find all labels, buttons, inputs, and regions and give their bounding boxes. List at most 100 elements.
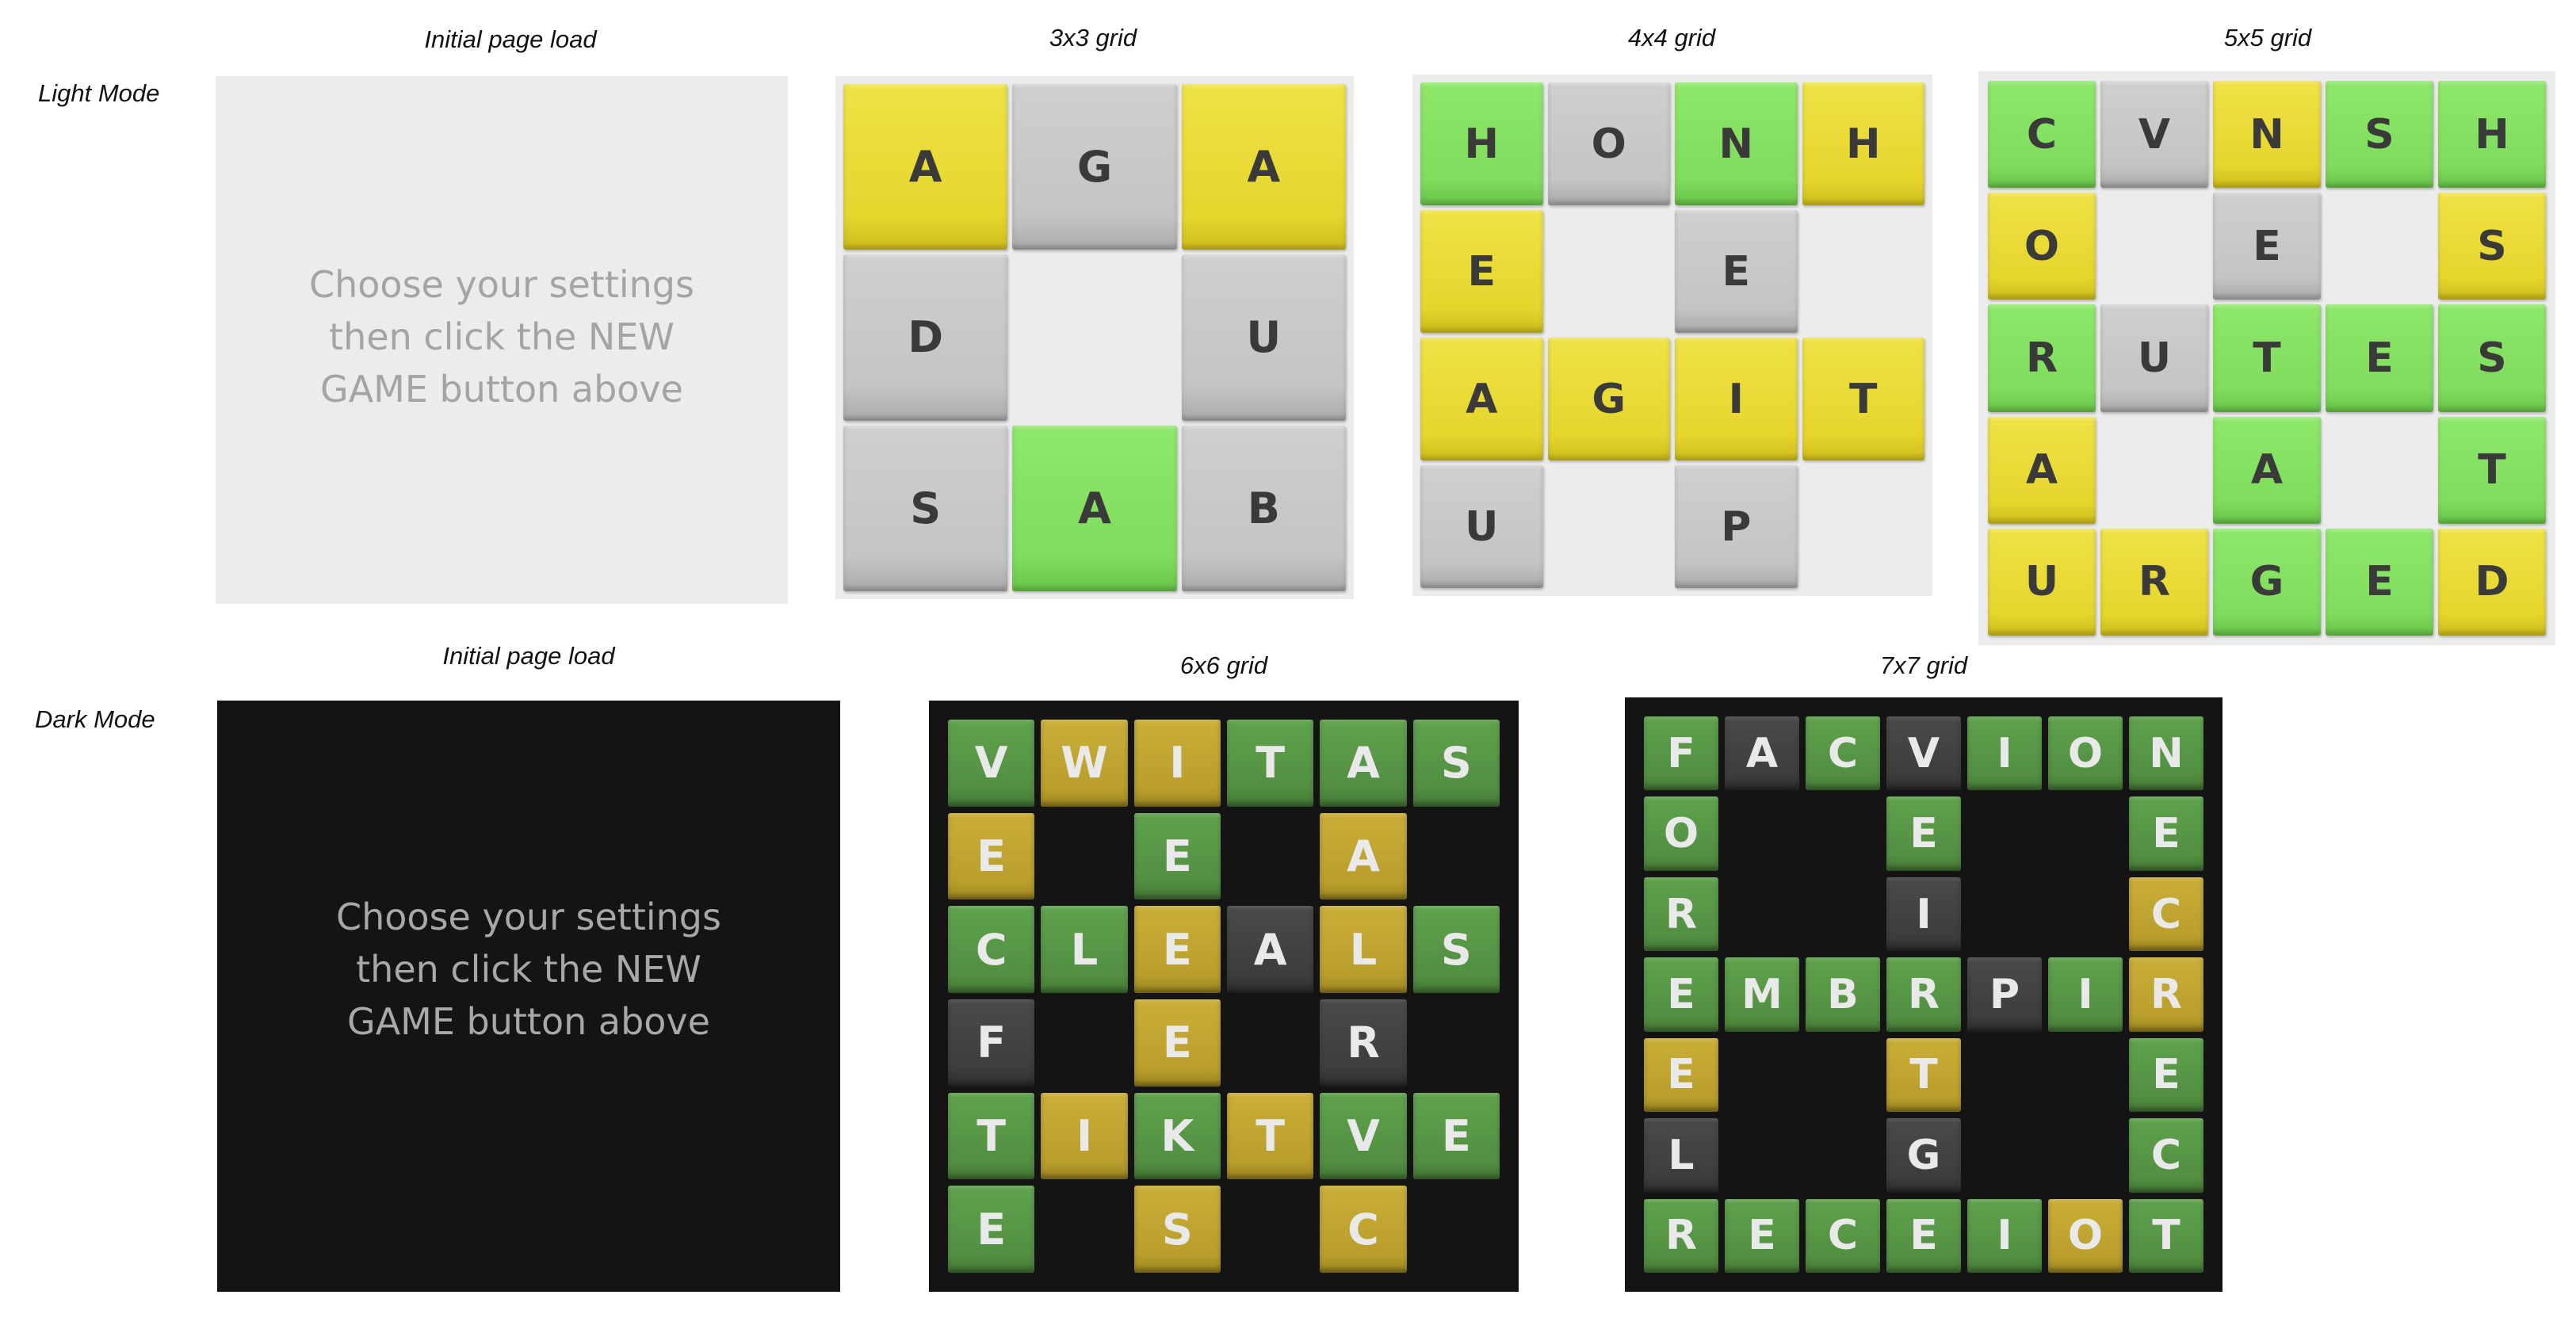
- letter-tile-green: M: [1725, 957, 1799, 1032]
- letter-tile-gray: B: [1181, 425, 1346, 591]
- letter-tile-yellow: S: [1133, 1186, 1221, 1273]
- letter-tile-green: E: [2326, 528, 2433, 636]
- letter-tile-green: L: [1041, 906, 1128, 993]
- light-initial-panel: Choose your settings then click the NEW …: [216, 76, 788, 604]
- letter-tile-yellow: R: [2100, 528, 2208, 636]
- letter-tile-yellow: T: [1227, 1092, 1314, 1180]
- light-initial-message: Choose your settings then click the NEW …: [216, 258, 788, 415]
- letter-tile-yellow: C: [2129, 877, 2203, 952]
- letter-tile-green: H: [2438, 81, 2546, 189]
- letter-tile-gray: E: [1675, 210, 1798, 333]
- grid-5x5-board: CVNSHOESRUTESAATURGED: [1978, 71, 2555, 645]
- message-line: Choose your settings: [336, 896, 721, 938]
- letter-tile-yellow: A: [843, 84, 1008, 250]
- letter-tile-gray: D: [843, 254, 1008, 421]
- letter-tile-green: E: [1725, 1198, 1799, 1273]
- grid-6x6-board: VWITASEEACLEALSFERTIKTVEESC: [929, 701, 1519, 1292]
- letter-tile-yellow: C: [1320, 1186, 1407, 1273]
- light-initial-caption: Initial page load: [424, 25, 597, 53]
- message-line: GAME button above: [347, 1000, 710, 1043]
- letter-tile-green: C: [948, 906, 1035, 993]
- letter-tile-green: E: [2129, 796, 2203, 871]
- letter-tile-yellow: S: [2438, 193, 2546, 300]
- message-line: Choose your settings: [309, 263, 694, 306]
- letter-tile-gray: F: [948, 999, 1035, 1087]
- letter-tile-green: E: [1133, 812, 1221, 900]
- letter-tile-gray: P: [1967, 957, 2042, 1032]
- letter-tile-yellow: L: [1320, 906, 1407, 993]
- letter-tile-gray: I: [1886, 877, 1961, 952]
- letter-tile-gray: G: [1886, 1118, 1961, 1193]
- letter-tile-gray: E: [2213, 193, 2321, 300]
- letter-tile-yellow: A: [1420, 338, 1543, 460]
- letter-tile-gray: O: [1547, 82, 1670, 205]
- letter-tile-gray: U: [1420, 465, 1543, 588]
- letter-tile-green: B: [1806, 957, 1880, 1032]
- letter-tile-green: O: [1644, 796, 1718, 871]
- letter-tile-gray: V: [1886, 716, 1961, 791]
- letter-tile-yellow: U: [1988, 528, 2096, 636]
- letter-tile-green: H: [1420, 82, 1543, 205]
- letter-tile-yellow: A: [1181, 84, 1346, 250]
- letter-tile-yellow: W: [1041, 720, 1128, 807]
- letter-tile-green: A: [1320, 720, 1407, 807]
- letter-tile-green: V: [948, 720, 1035, 807]
- letter-tile-green: A: [2213, 416, 2321, 524]
- letter-tile-green: E: [948, 1186, 1035, 1273]
- letter-tile-gray: L: [1644, 1118, 1718, 1193]
- letter-tile-yellow: A: [1320, 812, 1407, 900]
- letter-tile-green: S: [1412, 906, 1500, 993]
- grid-3x3-board: AGADUSAB: [835, 76, 1354, 599]
- letter-tile-yellow: O: [2048, 1198, 2123, 1273]
- letter-tile-green: A: [1012, 425, 1177, 591]
- letter-tile-gray: S: [843, 425, 1008, 591]
- letter-tile-green: G: [2213, 528, 2321, 636]
- letter-tile-green: C: [2129, 1118, 2203, 1193]
- letter-tile-green: E: [2326, 304, 2433, 412]
- letter-tile-yellow: I: [1133, 720, 1221, 807]
- letter-tile-yellow: A: [1988, 416, 2096, 524]
- light-mode-label: Light Mode: [38, 79, 160, 107]
- letter-tile-green: S: [2438, 304, 2546, 412]
- letter-tile-yellow: H: [1802, 82, 1924, 205]
- letter-tile-green: I: [1967, 716, 2042, 791]
- letter-tile-gray: P: [1675, 465, 1798, 588]
- caption-7x7: 7x7 grid: [1879, 651, 1968, 679]
- letter-tile-green: E: [1886, 796, 1961, 871]
- letter-tile-green: T: [2213, 304, 2321, 412]
- message-line: then click the NEW: [329, 315, 675, 358]
- letter-tile-yellow: T: [1802, 338, 1924, 460]
- letter-tile-green: R: [1644, 1198, 1718, 1273]
- letter-tile-gray: U: [1181, 254, 1346, 421]
- letter-tile-green: S: [1412, 720, 1500, 807]
- dark-initial-caption: Initial page load: [442, 642, 615, 670]
- caption-4x4: 4x4 grid: [1627, 24, 1716, 52]
- letter-tile-green: E: [2129, 1037, 2203, 1113]
- letter-tile-green: E: [1886, 1198, 1961, 1273]
- letter-tile-green: T: [2438, 416, 2546, 524]
- letter-tile-yellow: N: [2213, 81, 2321, 189]
- letter-tile-yellow: E: [1133, 999, 1221, 1087]
- letter-tile-yellow: E: [1133, 906, 1221, 993]
- letter-tile-gray: V: [2100, 81, 2208, 189]
- letter-tile-yellow: E: [1644, 1037, 1718, 1113]
- letter-tile-green: C: [1988, 81, 2096, 189]
- letter-tile-green: R: [1644, 877, 1718, 952]
- dark-initial-message: Choose your settings then click the NEW …: [217, 891, 840, 1048]
- letter-tile-green: V: [1320, 1092, 1407, 1180]
- letter-tile-gray: G: [1012, 84, 1177, 250]
- letter-tile-green: F: [1644, 716, 1718, 791]
- letter-tile-yellow: O: [1988, 193, 2096, 300]
- letter-tile-green: N: [1675, 82, 1798, 205]
- letter-tile-green: C: [1806, 716, 1880, 791]
- letter-tile-green: C: [1806, 1198, 1880, 1273]
- grid-7x7-board: FACVIONOEERICEMBRPIRETELGCRECEIOT: [1625, 697, 2222, 1292]
- letter-tile-green: I: [2048, 957, 2123, 1032]
- grid-4x4-board: HONHEEAGITUP: [1412, 74, 1932, 596]
- message-line: GAME button above: [320, 368, 683, 411]
- caption-6x6: 6x6 grid: [1179, 651, 1268, 679]
- letter-tile-yellow: I: [1675, 338, 1798, 460]
- dark-mode-label: Dark Mode: [35, 705, 155, 733]
- dark-initial-panel: Choose your settings then click the NEW …: [217, 701, 840, 1292]
- letter-tile-gray: U: [2100, 304, 2208, 412]
